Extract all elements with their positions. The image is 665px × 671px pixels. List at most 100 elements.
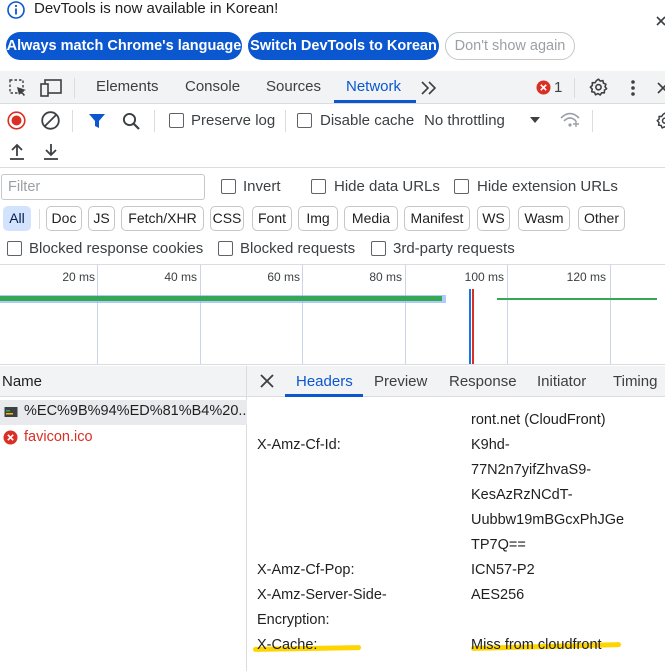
clear-icon[interactable] (41, 111, 60, 130)
timeline-tick: 60 ms (267, 270, 300, 284)
request-row[interactable]: favicon.ico (0, 426, 247, 451)
load-event-marker (472, 289, 474, 364)
type-filter-media[interactable]: Media (344, 206, 398, 231)
inspect-element-icon[interactable] (8, 78, 28, 98)
timeline-tick: 100 ms (464, 270, 504, 284)
timeline-request-bar (497, 298, 657, 300)
tab-response[interactable]: Response (449, 373, 517, 390)
header-value: ICN57-P2 (471, 562, 535, 578)
third-party-label: 3rd-party requests (393, 240, 515, 257)
request-name: favicon.ico (24, 429, 93, 445)
blocked-cookies-checkbox[interactable] (7, 241, 22, 256)
chevron-down-icon[interactable] (529, 116, 541, 124)
name-column-label: Name (2, 373, 43, 390)
header-value: 77N2n7yifZhvaS9- (471, 462, 592, 478)
always-match-language-button[interactable]: Always match Chrome's language (6, 32, 242, 60)
header-value: TP7Q== (471, 537, 526, 553)
timeline-request-bar (0, 296, 442, 301)
header-value: K9hd- (471, 437, 510, 453)
error-icon[interactable] (536, 80, 551, 95)
disable-cache-checkbox[interactable] (297, 113, 312, 128)
name-column-header[interactable]: Name (0, 366, 247, 397)
request-row[interactable]: %EC%9B%94%ED%81%B4%20... (0, 400, 247, 425)
timeline-tick: 80 ms (369, 270, 402, 284)
details-tab-bar: Headers Preview Response Initiator Timin… (247, 366, 665, 397)
type-filter-doc[interactable]: Doc (46, 206, 82, 231)
disable-cache-label: Disable cache (320, 112, 415, 129)
settings-gear-icon[interactable] (588, 77, 609, 98)
header-key: X-Amz-Server-Side- (257, 587, 387, 603)
invert-label: Invert (243, 178, 281, 195)
header-key: X-Cache: (257, 637, 318, 653)
timeline-tick: 120 ms (566, 270, 606, 284)
filter-placeholder: Filter (8, 179, 41, 195)
request-name: %EC%9B%94%ED%81%B4%20... (24, 403, 247, 419)
more-options-icon[interactable] (626, 79, 640, 97)
search-icon[interactable] (122, 112, 141, 131)
preserve-log-checkbox[interactable] (169, 113, 184, 128)
blocked-requests-checkbox[interactable] (218, 241, 233, 256)
info-icon (6, 0, 26, 20)
tab-console[interactable]: Console (185, 71, 240, 104)
record-icon[interactable] (7, 111, 26, 130)
header-value: ront.net (CloudFront) (471, 412, 606, 428)
tab-timing[interactable]: Timing (613, 373, 657, 390)
timeline-tick: 40 ms (164, 270, 197, 284)
switch-to-korean-button[interactable]: Switch DevTools to Korean (248, 32, 439, 60)
header-key: X-Amz-Cf-Id: (257, 437, 341, 453)
document-icon (4, 406, 18, 418)
hide-data-urls-checkbox[interactable] (311, 179, 326, 194)
type-filter-manifest[interactable]: Manifest (404, 206, 470, 231)
throttling-select[interactable]: No throttling (424, 112, 505, 129)
import-har-icon[interactable] (8, 142, 26, 162)
dom-content-loaded-marker (469, 289, 471, 364)
type-filter-wasm[interactable]: Wasm (518, 206, 570, 231)
error-icon (3, 430, 18, 445)
preserve-log-label: Preserve log (191, 112, 276, 129)
type-filter-other[interactable]: Other (578, 206, 625, 231)
type-filter-js[interactable]: JS (88, 206, 115, 231)
timeline-tick: 20 ms (62, 270, 95, 284)
infobar-message: DevTools is now available in Korean! (34, 0, 279, 17)
header-value: AES256 (471, 587, 525, 603)
tab-preview[interactable]: Preview (374, 373, 427, 390)
tab-sources[interactable]: Sources (266, 71, 321, 104)
dont-show-again-button[interactable]: Don't show again (445, 32, 575, 60)
close-devtools-icon[interactable] (656, 81, 665, 95)
third-party-checkbox[interactable] (371, 241, 386, 256)
hide-data-urls-label: Hide data URLs (334, 178, 440, 195)
blocked-requests-label: Blocked requests (240, 240, 356, 257)
export-har-icon[interactable] (42, 142, 60, 162)
language-infobar: DevTools is now available in Korean! Alw… (0, 0, 665, 70)
type-filter-all[interactable]: All (3, 206, 31, 231)
tab-initiator[interactable]: Initiator (537, 373, 586, 390)
invert-checkbox[interactable] (221, 179, 236, 194)
blocked-cookies-label: Blocked response cookies (29, 240, 204, 257)
active-detail-tab-indicator (285, 394, 363, 397)
tab-headers[interactable]: Headers (296, 373, 353, 390)
hide-extension-urls-checkbox[interactable] (454, 179, 469, 194)
filter-input[interactable]: Filter (1, 174, 205, 200)
error-count[interactable]: 1 (554, 79, 562, 96)
close-icon[interactable] (260, 374, 274, 388)
tab-elements[interactable]: Elements (96, 71, 159, 104)
type-filter-ws[interactable]: WS (477, 206, 510, 231)
type-filter-font[interactable]: Font (252, 206, 292, 231)
header-value: KesAzRzNCdT- (471, 487, 573, 503)
network-conditions-icon[interactable] (559, 110, 581, 130)
active-tab-indicator (334, 100, 416, 103)
header-value: Uubbw19mBGcxPhJGe (471, 512, 625, 528)
header-key: X-Amz-Cf-Pop: (257, 562, 355, 578)
header-key: Encryption: (257, 612, 330, 628)
device-toolbar-icon[interactable] (40, 78, 64, 98)
filter-icon[interactable] (88, 112, 106, 130)
network-settings-gear-icon[interactable] (655, 111, 665, 131)
more-tabs-icon[interactable] (420, 80, 438, 96)
header-value: Miss from cloudfront (471, 637, 602, 653)
type-filter-css[interactable]: CSS (210, 206, 244, 231)
hide-extension-urls-label: Hide extension URLs (477, 178, 618, 195)
type-filter-img[interactable]: Img (298, 206, 338, 231)
close-icon[interactable] (654, 14, 665, 28)
type-filter-fetch-xhr[interactable]: Fetch/XHR (121, 206, 204, 231)
devtools-toolbar: Elements Console Sources Network 1 (0, 71, 665, 104)
